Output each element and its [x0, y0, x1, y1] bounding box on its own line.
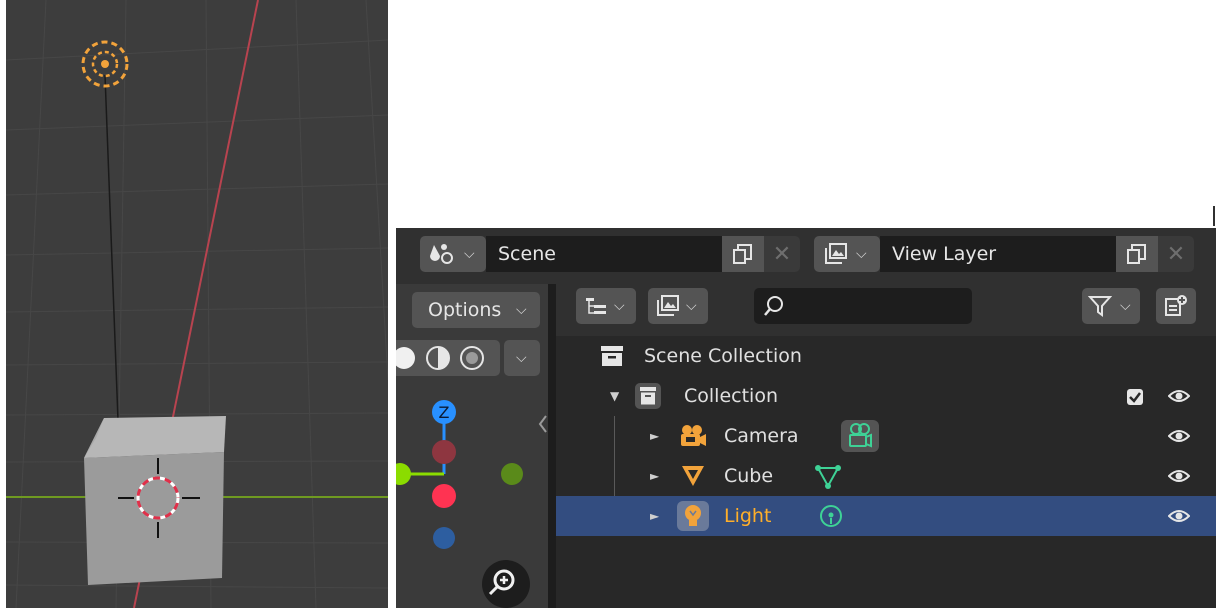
neg-y-axis-gizmo-icon: [501, 463, 523, 485]
navigation-gizmo[interactable]: Z: [396, 384, 548, 608]
expand-triangle-icon[interactable]: ►: [650, 456, 659, 496]
cube-row[interactable]: ► Cube: [556, 456, 1216, 496]
x-axis-gizmo-icon: [432, 484, 456, 508]
editor-panel: ⌵ Scene ✕ ⌵ View Layer ✕ Options ⌵ ⌵ Z ⌵…: [396, 228, 1216, 608]
camera-data-icon[interactable]: [840, 419, 880, 453]
close-icon: ✕: [1166, 241, 1186, 267]
light-label: Light: [724, 505, 772, 527]
display-mode-dropdown[interactable]: ⌵: [576, 288, 636, 324]
scene-browse-button[interactable]: ⌵: [420, 236, 486, 272]
options-label: Options: [428, 299, 502, 321]
collection-label: Collection: [684, 385, 778, 407]
zoom-icon: [482, 560, 530, 608]
duplicate-icon: [1127, 244, 1146, 264]
outliner: ⌵ ⌵ ⌵ Scene Collection ▼ Collection ► Ca…: [556, 284, 1216, 608]
scene-name-label: Scene: [498, 243, 556, 265]
collapse-arrow-icon: [538, 415, 547, 433]
duplicate-icon: [733, 244, 752, 264]
delete-view-layer-button[interactable]: ✕: [1158, 236, 1194, 272]
new-view-layer-button[interactable]: [1116, 236, 1158, 272]
solid-shading-icon: [396, 347, 415, 369]
collection-icon: [635, 383, 661, 409]
checkbox-icon[interactable]: [1126, 388, 1144, 406]
rendered-shading-icon: [460, 346, 484, 370]
cube-label: Cube: [724, 465, 774, 487]
eye-icon[interactable]: [1168, 506, 1190, 526]
filter-dropdown[interactable]: ⌵: [1082, 288, 1140, 324]
neg-x-axis-gizmo-icon: [432, 440, 456, 464]
camera-object-icon: [681, 425, 706, 446]
view-layer-name-label: View Layer: [892, 243, 997, 265]
eye-icon[interactable]: [1168, 426, 1190, 446]
shading-options-dropdown[interactable]: ⌵: [504, 340, 540, 376]
eye-icon[interactable]: [1168, 466, 1190, 486]
scene-collection-icon: [601, 346, 623, 366]
z-axis-label: Z: [439, 403, 450, 422]
chevron-down-icon: ⌵: [516, 302, 527, 318]
scene-collection-row[interactable]: Scene Collection: [556, 336, 1216, 376]
new-scene-button[interactable]: [722, 236, 764, 272]
expand-triangle-icon[interactable]: ►: [650, 416, 659, 456]
search-icon: [764, 296, 783, 316]
options-dropdown[interactable]: Options ⌵: [412, 292, 540, 328]
chevron-down-icon: ⌵: [686, 298, 697, 314]
mesh-object-icon: [682, 466, 704, 486]
outliner-search-input[interactable]: [754, 288, 972, 324]
expand-triangle-icon[interactable]: ▼: [610, 376, 619, 416]
chevron-down-icon: ⌵: [516, 350, 527, 366]
viewport-scene: [6, 0, 388, 608]
camera-row[interactable]: ► Camera: [556, 416, 1216, 456]
eye-icon[interactable]: [1168, 386, 1190, 406]
new-collection-icon: [1165, 295, 1187, 316]
view-layer-icon: [657, 295, 679, 316]
window-edge: [1213, 206, 1215, 226]
outliner-header: ⌵ ⌵ ⌵: [556, 284, 1216, 336]
expand-triangle-icon[interactable]: ►: [650, 496, 659, 536]
view-layer-name-field[interactable]: View Layer: [880, 236, 1116, 272]
scene-icon: [430, 244, 453, 264]
outliner-view-icon: [586, 298, 606, 314]
collection-row[interactable]: ▼ Collection: [556, 376, 1216, 416]
delete-scene-button[interactable]: ✕: [764, 236, 800, 272]
chevron-down-icon: ⌵: [464, 246, 475, 262]
y-axis-gizmo-icon: [396, 463, 411, 485]
light-row[interactable]: ► Light: [556, 496, 1216, 536]
scene-topbar: ⌵ Scene ✕ ⌵ View Layer ✕: [396, 228, 1216, 284]
new-collection-button[interactable]: [1156, 288, 1196, 324]
shading-mode-group: [396, 340, 500, 376]
close-icon: ✕: [772, 241, 792, 267]
neg-z-axis-gizmo-icon: [433, 527, 455, 549]
chevron-down-icon: ⌵: [614, 298, 625, 314]
filter-icon: [1088, 296, 1112, 317]
3d-viewport[interactable]: [6, 0, 388, 608]
view-layer-browse-button[interactable]: ⌵: [814, 236, 880, 272]
view-layer-icon: [825, 243, 847, 264]
light-data-icon[interactable]: [818, 504, 844, 530]
camera-label: Camera: [724, 425, 799, 447]
light-object-icon: [677, 501, 709, 531]
chevron-down-icon: ⌵: [1120, 298, 1131, 314]
scene-collection-label: Scene Collection: [644, 345, 802, 367]
view-layer-filter-dropdown[interactable]: ⌵: [648, 288, 708, 324]
scene-name-field[interactable]: Scene: [486, 236, 722, 272]
mesh-data-icon[interactable]: [814, 464, 842, 490]
material-shading-icon: [426, 346, 450, 370]
chevron-down-icon: ⌵: [856, 246, 867, 262]
screenshot: ⌵ Scene ✕ ⌵ View Layer ✕ Options ⌵ ⌵ Z ⌵…: [0, 0, 1216, 608]
viewport-header-area: Options ⌵ ⌵ Z: [396, 284, 548, 608]
cube-object: [84, 416, 226, 585]
